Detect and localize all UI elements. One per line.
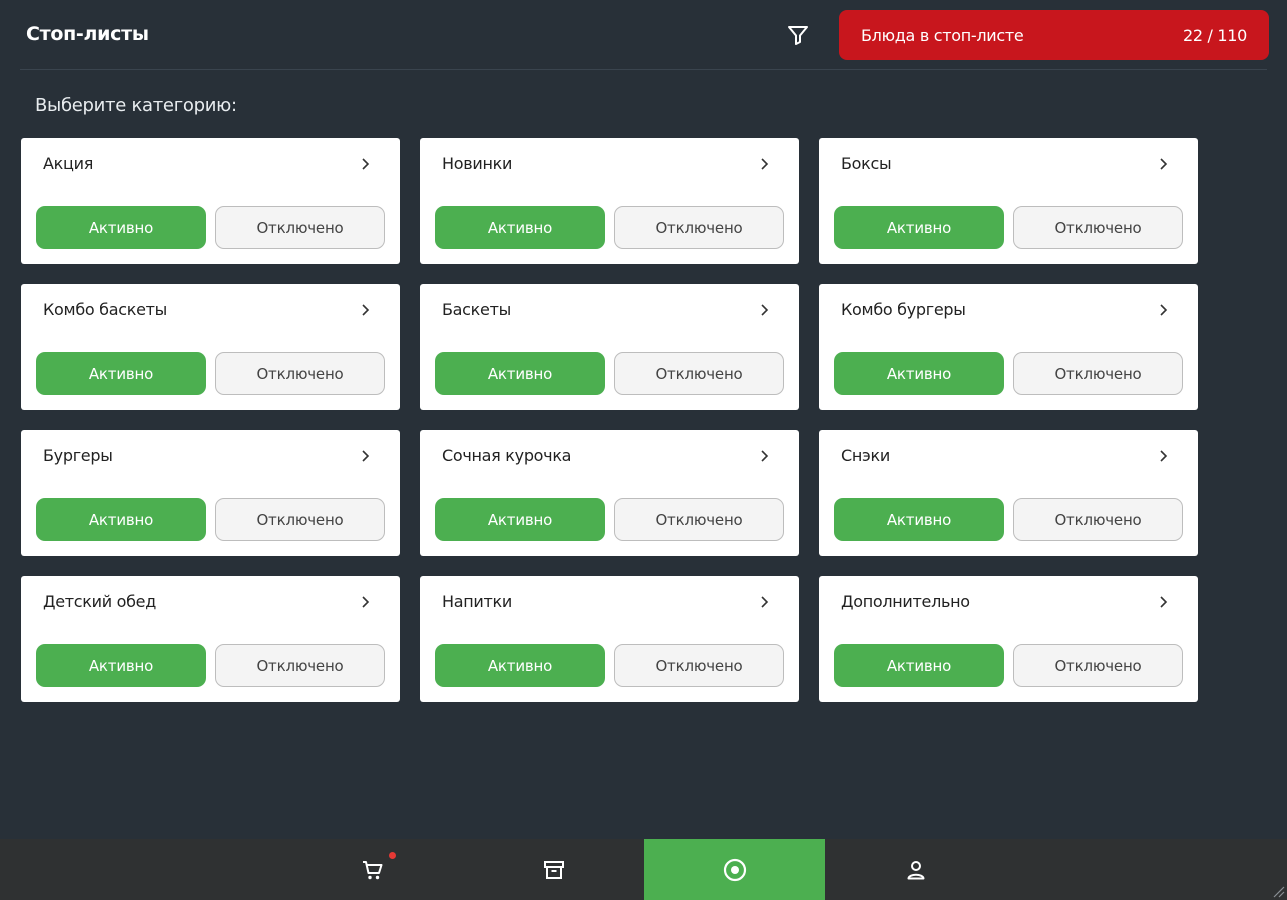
active-button[interactable]: Активно bbox=[834, 498, 1004, 541]
stop-list-badge[interactable]: Блюда в стоп-листе 22 / 110 bbox=[839, 10, 1269, 60]
chevron-right-icon[interactable] bbox=[1156, 302, 1172, 318]
section-label: Выберите категорию: bbox=[35, 95, 237, 116]
category-card: Комбо бургеры Активно Отключено bbox=[819, 284, 1198, 410]
category-card: Снэки Активно Отключено bbox=[819, 430, 1198, 556]
active-button[interactable]: Активно bbox=[36, 498, 206, 541]
active-button[interactable]: Активно bbox=[435, 644, 605, 687]
chevron-right-icon[interactable] bbox=[1156, 156, 1172, 172]
stop-circle-icon bbox=[723, 858, 746, 881]
category-title: Акция bbox=[43, 154, 94, 173]
page-title: Стоп-листы bbox=[26, 23, 149, 45]
archive-icon bbox=[544, 860, 564, 879]
active-button[interactable]: Активно bbox=[36, 352, 206, 395]
category-card: Сочная курочка Активно Отключено bbox=[420, 430, 799, 556]
nav-item-stop-lists[interactable] bbox=[644, 839, 825, 900]
chevron-right-icon[interactable] bbox=[358, 302, 374, 318]
stop-list-count: 22 / 110 bbox=[1182, 25, 1247, 45]
category-title: Снэки bbox=[841, 446, 890, 465]
disabled-button[interactable]: Отключено bbox=[1013, 498, 1183, 541]
filter-button[interactable] bbox=[784, 21, 812, 49]
chevron-right-icon[interactable] bbox=[757, 302, 773, 318]
chevron-right-icon[interactable] bbox=[1156, 594, 1172, 610]
disabled-button[interactable]: Отключено bbox=[614, 206, 784, 249]
category-title: Бургеры bbox=[43, 446, 113, 465]
chevron-right-icon[interactable] bbox=[1156, 448, 1172, 464]
chevron-right-icon[interactable] bbox=[358, 594, 374, 610]
disabled-button[interactable]: Отключено bbox=[215, 498, 385, 541]
active-button[interactable]: Активно bbox=[435, 498, 605, 541]
filter-icon bbox=[788, 26, 808, 45]
chevron-right-icon[interactable] bbox=[358, 448, 374, 464]
nav-item-profile[interactable] bbox=[825, 839, 1007, 900]
header-divider bbox=[20, 69, 1267, 70]
category-title: Боксы bbox=[841, 154, 892, 173]
category-card: Комбо баскеты Активно Отключено bbox=[21, 284, 400, 410]
chevron-right-icon[interactable] bbox=[757, 156, 773, 172]
bottom-nav bbox=[0, 839, 1287, 900]
nav-item-cart[interactable] bbox=[282, 839, 464, 900]
category-card: Дополнительно Активно Отключено bbox=[819, 576, 1198, 702]
chevron-right-icon[interactable] bbox=[757, 594, 773, 610]
category-card: Акция Активно Отключено bbox=[21, 138, 400, 264]
disabled-button[interactable]: Отключено bbox=[1013, 206, 1183, 249]
active-button[interactable]: Активно bbox=[435, 206, 605, 249]
resize-grip-icon[interactable] bbox=[1271, 884, 1285, 898]
active-button[interactable]: Активно bbox=[834, 352, 1004, 395]
category-title: Детский обед bbox=[43, 592, 156, 611]
category-title: Новинки bbox=[442, 154, 513, 173]
active-button[interactable]: Активно bbox=[834, 206, 1004, 249]
category-card: Новинки Активно Отключено bbox=[420, 138, 799, 264]
category-card: Боксы Активно Отключено bbox=[819, 138, 1198, 264]
disabled-button[interactable]: Отключено bbox=[614, 644, 784, 687]
cart-icon bbox=[363, 860, 383, 879]
disabled-button[interactable]: Отключено bbox=[614, 352, 784, 395]
category-title: Напитки bbox=[442, 592, 512, 611]
active-button[interactable]: Активно bbox=[36, 644, 206, 687]
category-title: Комбо бургеры bbox=[841, 300, 966, 319]
category-card: Баскеты Активно Отключено bbox=[420, 284, 799, 410]
chevron-right-icon[interactable] bbox=[358, 156, 374, 172]
disabled-button[interactable]: Отключено bbox=[215, 644, 385, 687]
category-title: Баскеты bbox=[442, 300, 511, 319]
active-button[interactable]: Активно bbox=[435, 352, 605, 395]
stop-list-label: Блюда в стоп-листе bbox=[861, 25, 1024, 45]
stop-lists-app: Стоп-листы Блюда в стоп-листе 22 / 110 В… bbox=[0, 0, 1287, 900]
nav-item-archive[interactable] bbox=[464, 839, 644, 900]
category-grid: Акция Активно Отключено Новинки Активно … bbox=[21, 138, 1198, 702]
category-title: Дополнительно bbox=[841, 592, 970, 611]
disabled-button[interactable]: Отключено bbox=[1013, 644, 1183, 687]
user-icon bbox=[907, 860, 925, 879]
category-card: Напитки Активно Отключено bbox=[420, 576, 799, 702]
chevron-right-icon[interactable] bbox=[757, 448, 773, 464]
disabled-button[interactable]: Отключено bbox=[1013, 352, 1183, 395]
notification-dot bbox=[389, 852, 396, 859]
active-button[interactable]: Активно bbox=[834, 644, 1004, 687]
category-title: Сочная курочка bbox=[442, 446, 572, 465]
disabled-button[interactable]: Отключено bbox=[215, 352, 385, 395]
disabled-button[interactable]: Отключено bbox=[215, 206, 385, 249]
category-card: Детский обед Активно Отключено bbox=[21, 576, 400, 702]
category-title: Комбо баскеты bbox=[43, 300, 167, 319]
active-button[interactable]: Активно bbox=[36, 206, 206, 249]
header: Стоп-листы Блюда в стоп-листе 22 / 110 bbox=[0, 0, 1287, 70]
disabled-button[interactable]: Отключено bbox=[614, 498, 784, 541]
category-card: Бургеры Активно Отключено bbox=[21, 430, 400, 556]
